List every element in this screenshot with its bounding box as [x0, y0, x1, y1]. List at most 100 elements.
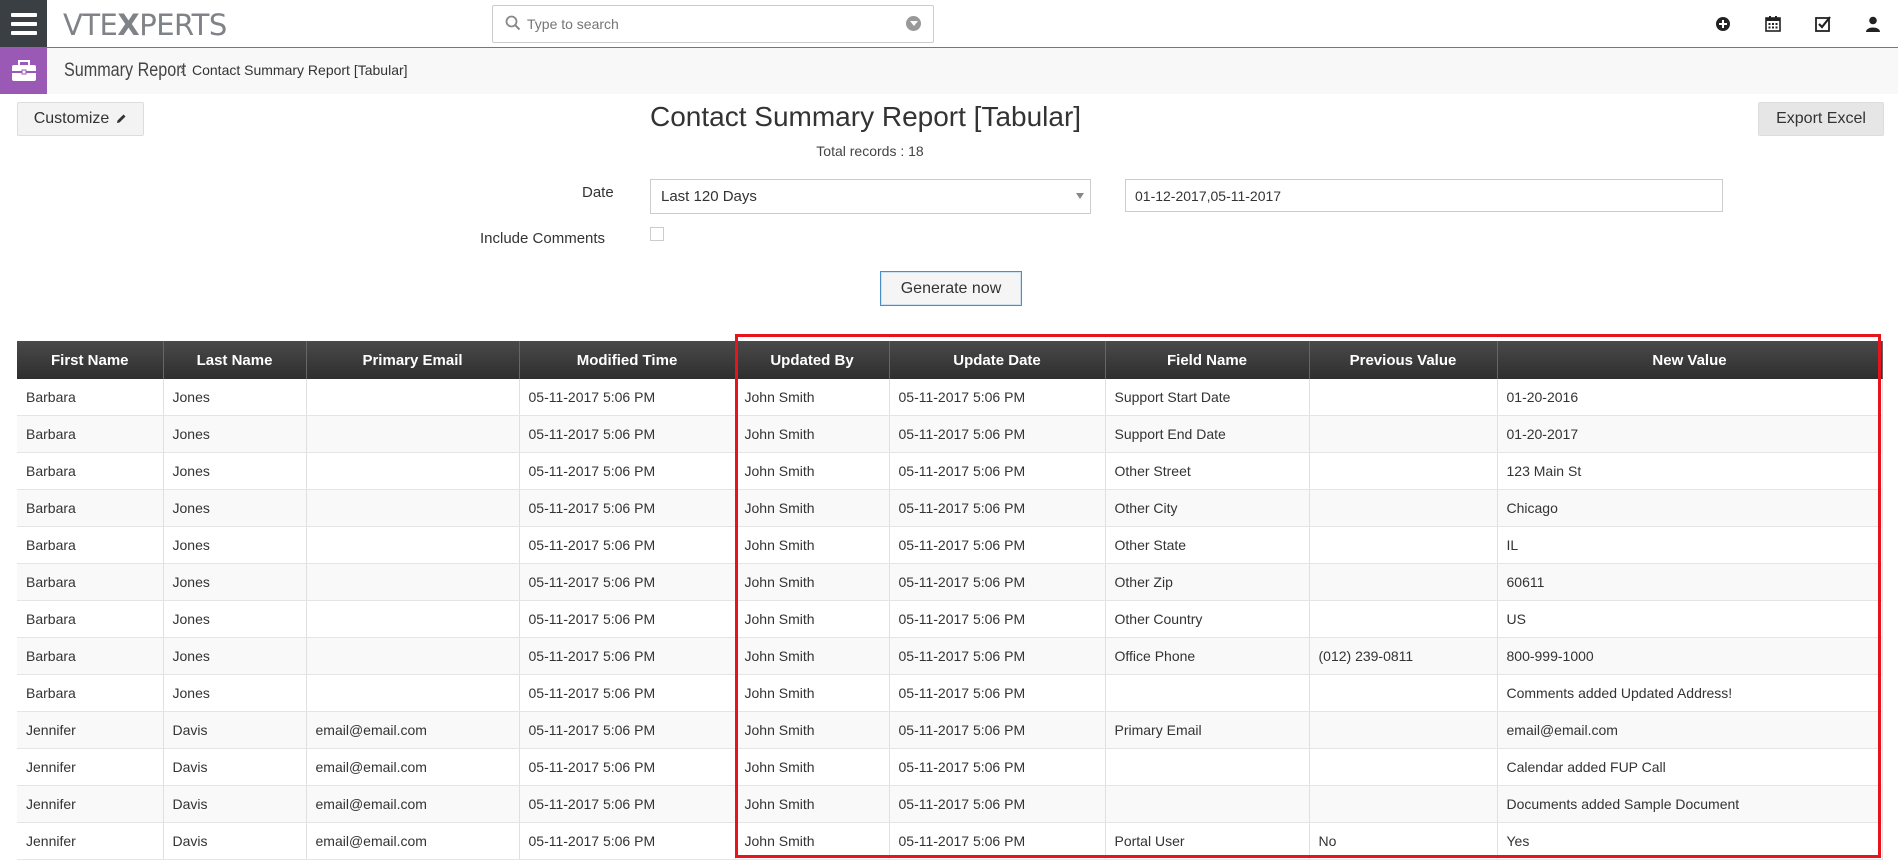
cell-field-name — [1105, 674, 1310, 712]
briefcase-icon[interactable] — [0, 48, 47, 94]
cell-updated-by: John Smith — [735, 822, 890, 860]
cell-primary-email: email@email.com — [306, 711, 520, 749]
cell-primary-email — [306, 600, 520, 638]
cell-primary-email: email@email.com — [306, 748, 520, 786]
cell-update-date: 05-11-2017 5:06 PM — [889, 526, 1106, 564]
table-row: Barbara Jones 05-11-2017 5:06 PM John Smith… — [17, 379, 1883, 416]
cell-field-name: Other Zip — [1105, 563, 1310, 601]
generate-now-button[interactable]: Generate now — [880, 271, 1022, 306]
cell-modified-time: 05-11-2017 5:06 PM — [519, 748, 736, 786]
cell-field-name: Support Start Date — [1105, 379, 1310, 416]
hamburger-menu-icon[interactable] — [0, 0, 47, 47]
cell-new-value: Documents added Sample Document — [1497, 785, 1883, 823]
table-header-row: First Name Last Name Primary Email Modified… — [17, 341, 1883, 379]
cell-updated-by: John Smith — [735, 674, 890, 712]
cell-modified-time: 05-11-2017 5:06 PM — [519, 489, 736, 527]
table-row: Jennifer Davis email@email.com 05-11-2017 5… — [17, 785, 1883, 823]
cell-first-name: Jennifer — [17, 785, 164, 823]
cell-primary-email — [306, 452, 520, 490]
cell-updated-by: John Smith — [735, 379, 890, 416]
customize-button[interactable]: Customize — [17, 102, 144, 136]
column-header-modified-time[interactable]: Modified Time — [519, 341, 736, 379]
quick-create-add-icon[interactable] — [1698, 0, 1748, 47]
cell-last-name: Jones — [163, 379, 307, 416]
calendar-icon[interactable] — [1748, 0, 1798, 47]
cell-previous-value — [1309, 415, 1498, 453]
cell-last-name: Davis — [163, 711, 307, 749]
date-filter-label: Date — [582, 184, 614, 201]
column-header-last-name[interactable]: Last Name — [163, 341, 307, 379]
cell-previous-value — [1309, 600, 1498, 638]
search-options-chevron-icon[interactable] — [906, 16, 921, 31]
cell-update-date: 05-11-2017 5:06 PM — [889, 489, 1106, 527]
search-input[interactable] — [525, 12, 889, 36]
column-header-primary-email[interactable]: Primary Email — [306, 341, 520, 379]
cell-first-name: Jennifer — [17, 748, 164, 786]
cell-updated-by: John Smith — [735, 785, 890, 823]
cell-new-value: Calendar added FUP Call — [1497, 748, 1883, 786]
cell-previous-value — [1309, 379, 1498, 416]
cell-primary-email — [306, 489, 520, 527]
column-header-updated-by[interactable]: Updated By — [735, 341, 890, 379]
table-row: Barbara Jones 05-11-2017 5:06 PM John Smith… — [17, 415, 1883, 453]
app-logo[interactable]: VTEXPERTS — [63, 8, 227, 42]
cell-first-name: Barbara — [17, 489, 164, 527]
cell-update-date: 05-11-2017 5:06 PM — [889, 415, 1106, 453]
cell-updated-by: John Smith — [735, 415, 890, 453]
cell-modified-time: 05-11-2017 5:06 PM — [519, 415, 736, 453]
table-row: Barbara Jones 05-11-2017 5:06 PM John Smith… — [17, 489, 1883, 527]
table-row: Barbara Jones 05-11-2017 5:06 PM John Smith… — [17, 452, 1883, 490]
pencil-icon — [117, 114, 126, 123]
cell-previous-value — [1309, 563, 1498, 601]
task-check-icon[interactable] — [1798, 0, 1848, 47]
cell-field-name — [1105, 748, 1310, 786]
column-header-previous-value[interactable]: Previous Value — [1309, 341, 1498, 379]
user-profile-icon[interactable] — [1848, 0, 1898, 47]
cell-modified-time: 05-11-2017 5:06 PM — [519, 711, 736, 749]
cell-field-name: Portal User — [1105, 822, 1310, 860]
cell-last-name: Davis — [163, 748, 307, 786]
cell-modified-time: 05-11-2017 5:06 PM — [519, 379, 736, 416]
table-row: Barbara Jones 05-11-2017 5:06 PM John Smith… — [17, 600, 1883, 638]
cell-field-name: Primary Email — [1105, 711, 1310, 749]
cell-update-date: 05-11-2017 5:06 PM — [889, 379, 1106, 416]
date-filter-value: Last 120 Days — [661, 188, 757, 205]
column-header-new-value[interactable]: New Value — [1497, 341, 1883, 379]
column-header-update-date[interactable]: Update Date — [889, 341, 1106, 379]
column-header-field-name[interactable]: Field Name — [1105, 341, 1310, 379]
breadcrumb: Summary Report › Contact Summary Report … — [0, 48, 1898, 94]
top-icon-group — [1698, 0, 1898, 47]
date-filter-select[interactable]: Last 120 Days — [650, 179, 1091, 214]
table-row: Jennifer Davis email@email.com 05-11-2017 5… — [17, 822, 1883, 860]
table-row: Barbara Jones 05-11-2017 5:06 PM John Smith… — [17, 526, 1883, 564]
cell-update-date: 05-11-2017 5:06 PM — [889, 748, 1106, 786]
report-table: First Name Last Name Primary Email Modified… — [17, 341, 1883, 860]
include-comments-checkbox[interactable] — [650, 227, 664, 241]
cell-field-name: Other State — [1105, 526, 1310, 564]
cell-update-date: 05-11-2017 5:06 PM — [889, 563, 1106, 601]
cell-updated-by: John Smith — [735, 637, 890, 675]
cell-new-value: 123 Main St — [1497, 452, 1883, 490]
column-header-first-name[interactable]: First Name — [17, 341, 164, 379]
cell-first-name: Barbara — [17, 415, 164, 453]
cell-modified-time: 05-11-2017 5:06 PM — [519, 526, 736, 564]
breadcrumb-module-link[interactable]: Summary Report — [64, 60, 186, 82]
cell-first-name: Barbara — [17, 674, 164, 712]
date-range-input[interactable] — [1125, 179, 1723, 212]
cell-last-name: Davis — [163, 785, 307, 823]
cell-last-name: Jones — [163, 452, 307, 490]
table-row: Jennifer Davis email@email.com 05-11-2017 5… — [17, 748, 1883, 786]
cell-modified-time: 05-11-2017 5:06 PM — [519, 674, 736, 712]
global-search[interactable] — [492, 5, 934, 43]
table-row: Jennifer Davis email@email.com 05-11-2017 5… — [17, 711, 1883, 749]
cell-new-value: Comments added Updated Address! — [1497, 674, 1883, 712]
export-excel-button[interactable]: Export Excel — [1758, 102, 1884, 136]
cell-update-date: 05-11-2017 5:06 PM — [889, 785, 1106, 823]
cell-primary-email — [306, 674, 520, 712]
cell-updated-by: John Smith — [735, 711, 890, 749]
cell-primary-email — [306, 563, 520, 601]
cell-field-name: Office Phone — [1105, 637, 1310, 675]
cell-previous-value — [1309, 452, 1498, 490]
cell-field-name: Other City — [1105, 489, 1310, 527]
cell-update-date: 05-11-2017 5:06 PM — [889, 822, 1106, 860]
